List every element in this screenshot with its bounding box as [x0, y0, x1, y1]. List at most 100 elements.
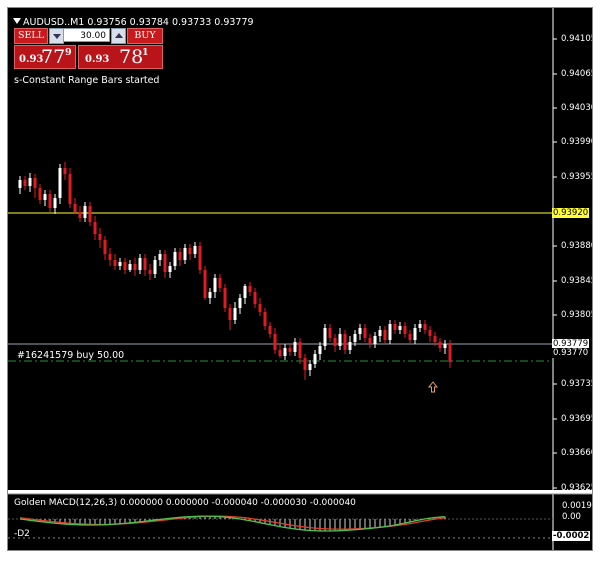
candle-body	[328, 328, 332, 338]
candle-body	[338, 334, 342, 346]
price-axis-label: 0.93625	[561, 483, 593, 493]
price-axis-label: 0.93880	[561, 241, 593, 251]
candle-body	[313, 354, 317, 364]
candle-body	[133, 264, 137, 270]
candle-body	[448, 344, 452, 362]
candle-body	[148, 270, 152, 274]
price-axis-label: 0.94105	[561, 34, 593, 44]
candle-body	[438, 342, 442, 348]
candle-body	[388, 324, 392, 340]
candle-body	[113, 260, 117, 266]
lot-increase-button[interactable]	[111, 28, 126, 44]
lot-decrease-button[interactable]	[49, 28, 64, 44]
candle-body	[143, 258, 147, 270]
macd-axis-top: 0.0019	[562, 501, 592, 511]
macd-value-tag: -0.0002	[552, 531, 591, 541]
candle-body	[218, 278, 222, 288]
candle-body	[353, 334, 357, 342]
candle-body	[108, 254, 112, 260]
candle-body	[258, 304, 262, 312]
candle-body	[263, 312, 267, 326]
chart-window[interactable]: AUDUSD..M1 0.93756 0.93784 0.93733 0.937…	[7, 7, 593, 551]
order-label: #16241579 buy 50.00	[17, 350, 125, 361]
candle-body	[368, 338, 372, 344]
sell-price-big: 77	[41, 46, 66, 68]
candle-body	[103, 240, 107, 254]
indicator-status-text: s-Constant Range Bars started	[14, 75, 160, 86]
candle-body	[223, 288, 227, 308]
candle-body	[28, 178, 32, 186]
candle-body	[173, 252, 177, 266]
lot-size-input[interactable]: 30.00	[63, 28, 110, 42]
candle-body	[58, 168, 62, 198]
candle-body	[158, 254, 162, 260]
chevron-down-icon	[53, 34, 61, 39]
candle-body	[268, 326, 272, 334]
triangle-down-icon	[13, 18, 21, 24]
candle-body	[83, 206, 87, 218]
candle-body	[333, 338, 337, 346]
candle-body	[208, 292, 212, 298]
candle-body	[123, 262, 127, 270]
candle-body	[63, 168, 67, 174]
candle-body	[213, 278, 217, 292]
candle-body	[303, 358, 307, 370]
candle-body	[378, 330, 382, 336]
candle-body	[198, 246, 202, 270]
candle-body	[248, 286, 252, 292]
price-axis-label: 0.93695	[561, 414, 593, 424]
macd-axis-zero: 0.00	[562, 512, 581, 522]
candle-body	[178, 252, 182, 260]
candle-body	[408, 334, 412, 340]
candle-body	[298, 342, 302, 358]
price-axis-label: 0.93845	[561, 276, 593, 286]
chevron-up-icon	[115, 33, 123, 38]
sell-button[interactable]: SELL	[14, 28, 48, 44]
candle-body	[433, 336, 437, 342]
candle-body	[98, 234, 102, 240]
price-axis-label: 0.94065	[561, 69, 593, 79]
candle-body	[88, 206, 92, 222]
yellow-level-tag: 0.93920	[552, 208, 590, 218]
candle-body	[128, 264, 132, 270]
candle-body	[418, 324, 422, 328]
candle-body	[288, 348, 292, 352]
candle-body	[23, 180, 27, 186]
buy-button[interactable]: BUY	[127, 28, 163, 44]
sell-price-quote[interactable]: 0.93 77 9	[14, 45, 76, 69]
candle-body	[168, 266, 172, 272]
candle-body	[293, 342, 297, 352]
candle-body	[373, 336, 377, 344]
candle-body	[413, 328, 417, 340]
candle-body	[278, 350, 282, 356]
chart-canvas[interactable]	[8, 8, 592, 550]
candle-body	[318, 346, 322, 354]
buy-price-big: 78	[119, 46, 144, 68]
buy-price-quote[interactable]: 0.93 78 1	[78, 45, 163, 69]
candle-body	[398, 326, 402, 330]
candle-body	[163, 254, 167, 272]
candle-body	[343, 334, 347, 350]
candle-body	[243, 286, 247, 298]
candle-body	[228, 308, 232, 320]
candle-body	[203, 270, 207, 298]
candle-body	[363, 328, 367, 338]
candle-body	[183, 248, 187, 260]
candle-body	[48, 194, 52, 208]
buy-price-prefix: 0.93	[85, 54, 110, 65]
candle-body	[393, 324, 397, 330]
price-axis-label: 0.93735	[561, 379, 593, 389]
macd-title: Golden MACD(12,26,3) 0.000000 0.000000 -…	[14, 498, 356, 508]
candle-body	[443, 344, 447, 348]
sell-price-prefix: 0.93	[19, 54, 44, 65]
price-axis-label: 0.94030	[561, 103, 593, 113]
candle-body	[153, 260, 157, 274]
price-axis-label: 0.93660	[561, 448, 593, 458]
candle-body	[233, 308, 237, 320]
candle-body	[68, 174, 72, 204]
candle-body	[428, 330, 432, 336]
candle-body	[383, 330, 387, 340]
candle-body	[283, 348, 287, 356]
candle-body	[33, 178, 37, 188]
candle-body	[18, 180, 22, 188]
